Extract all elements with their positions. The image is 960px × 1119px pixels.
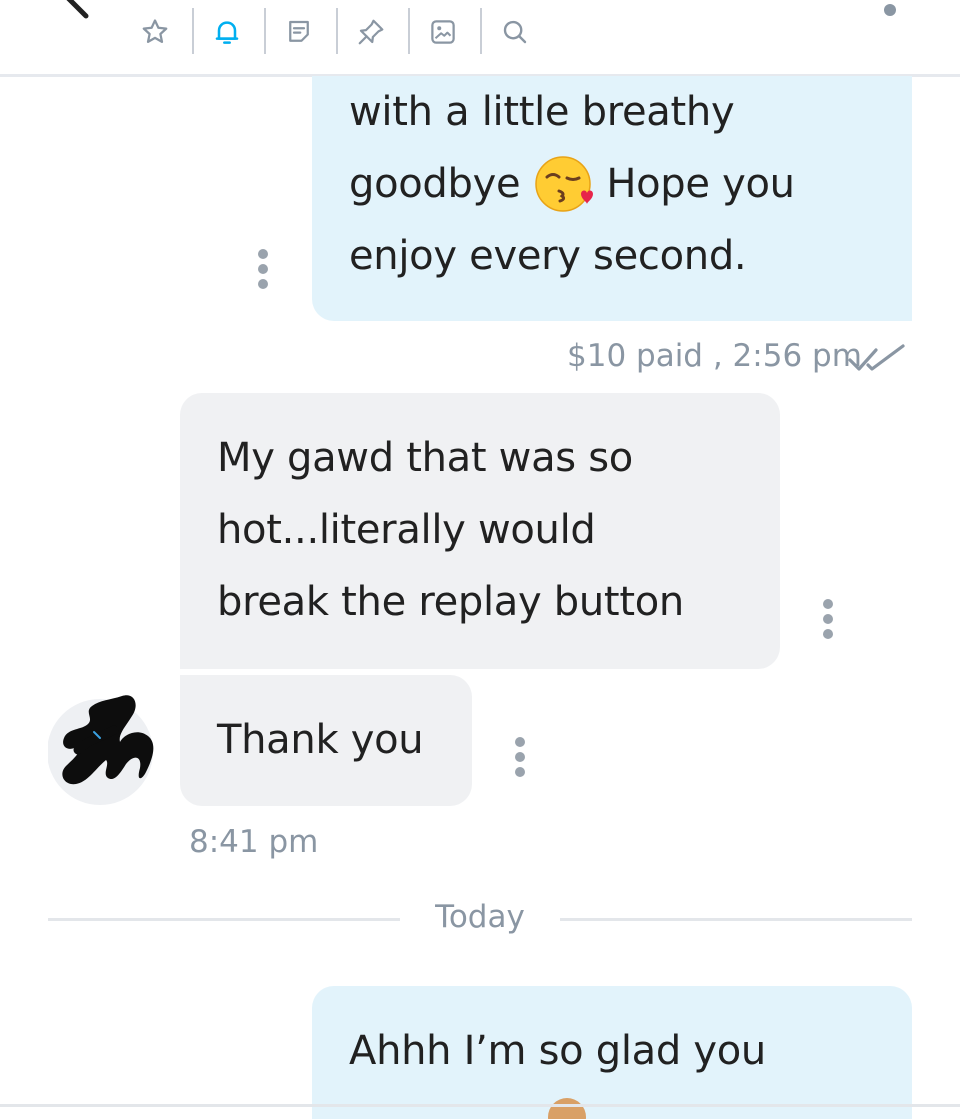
- outgoing-message-bubble: with a little breathy goodbye Hope you e…: [312, 76, 912, 321]
- toolbar-separator: [192, 8, 194, 54]
- star-icon[interactable]: [138, 14, 172, 50]
- bell-icon[interactable]: [210, 14, 244, 50]
- toolbar-separator: [408, 8, 410, 54]
- avatar[interactable]: [47, 690, 160, 808]
- pin-icon[interactable]: [354, 14, 388, 50]
- message-meta: $10 paid , 2:56 pm: [567, 338, 862, 374]
- back-arrow-icon[interactable]: [58, 0, 92, 22]
- toolbar-separator: [264, 8, 266, 54]
- message-line: break the replay button: [217, 579, 684, 625]
- day-divider-label: Today: [435, 899, 525, 935]
- message-text: goodbye: [349, 161, 521, 207]
- divider-line: [560, 918, 912, 921]
- message-meta: 8:41 pm: [189, 824, 319, 860]
- bottom-border: [0, 1104, 960, 1107]
- message-text: Hope you: [606, 161, 795, 207]
- outgoing-message-bubble: Ahhh I’m so glad you: [312, 986, 912, 1119]
- message-line: with a little breathy: [349, 89, 735, 135]
- message-line: Thank you: [217, 717, 424, 763]
- chat-toolbar: [0, 0, 960, 77]
- message-line: goodbye Hope you: [349, 148, 795, 220]
- incoming-message-bubble: My gawd that was so hot...literally woul…: [180, 393, 780, 669]
- emoji-partial: [548, 1098, 586, 1119]
- double-check-icon: [848, 343, 906, 379]
- message-line: Ahhh I’m so glad you: [349, 1028, 766, 1074]
- message-line: enjoy every second.: [349, 233, 747, 279]
- divider-line: [48, 918, 400, 921]
- message-options-icon[interactable]: [257, 249, 269, 289]
- toolbar-separator: [480, 8, 482, 54]
- gallery-icon[interactable]: [426, 14, 460, 50]
- message-options-icon[interactable]: [822, 599, 834, 639]
- message-options-icon[interactable]: [514, 737, 526, 777]
- message-line: hot...literally would: [217, 507, 596, 553]
- search-icon[interactable]: [498, 14, 532, 50]
- toolbar-separator: [336, 8, 338, 54]
- incoming-message-bubble: Thank you: [180, 675, 472, 806]
- more-options-icon[interactable]: [884, 4, 896, 16]
- kiss-wink-heart-emoji: [534, 154, 594, 214]
- note-icon[interactable]: [282, 14, 316, 50]
- message-line: My gawd that was so: [217, 435, 633, 481]
